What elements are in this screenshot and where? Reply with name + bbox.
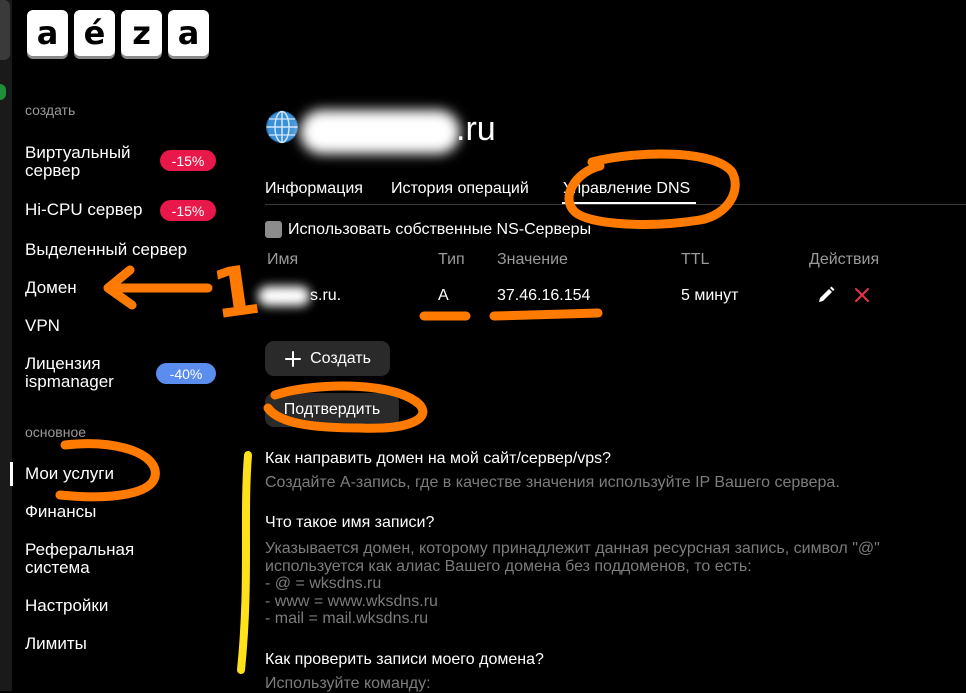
domain-name-redacted — [300, 110, 460, 154]
own-ns-checkbox[interactable] — [265, 221, 282, 238]
faq-question: Как направить домен на мой сайт/сервер/v… — [265, 450, 612, 467]
sidebar-item-limits[interactable]: Лимиты — [25, 635, 165, 653]
discount-badge: -40% — [156, 363, 216, 384]
aeza-logo[interactable]: a é z a — [27, 10, 209, 56]
domain-title-suffix: .ru — [456, 110, 496, 148]
sidebar-item-referral[interactable]: Реферальная система — [25, 541, 165, 577]
faq-answer: Используйте команду: — [265, 675, 431, 692]
record-name-redacted — [258, 286, 310, 306]
faq-answer: Указывается домен, которому принадлежит … — [265, 540, 880, 627]
tabs-divider — [265, 204, 966, 205]
column-header-type: Тип — [438, 251, 465, 268]
sidebar-item-dedicated-server[interactable]: Выделенный сервер — [25, 241, 225, 259]
faq-question: Что такое имя записи? — [265, 514, 435, 531]
sidebar-item-vpn[interactable]: VPN — [25, 317, 165, 335]
sidebar-item-virtual-server[interactable]: Виртуальный сервер — [25, 144, 165, 180]
confirm-button-label: Подтвердить — [283, 401, 381, 418]
create-button-label: Создать — [310, 349, 371, 367]
faq-question: Как проверить записи моего домена? — [265, 651, 544, 668]
sidebar-item-ispmanager-license[interactable]: Лицензия ispmanager — [25, 355, 165, 391]
window-edge — [0, 0, 12, 691]
logo-key: a — [27, 10, 68, 56]
logo-key: z — [121, 10, 162, 56]
active-indicator — [10, 462, 13, 486]
column-header-ttl: TTL — [681, 251, 710, 268]
tab-information[interactable]: Информация — [265, 180, 363, 198]
record-type: A — [438, 287, 449, 304]
column-header-value: Значение — [497, 251, 568, 268]
annotation-number: 1 — [207, 251, 265, 336]
yellow-line-annotation — [237, 451, 252, 674]
sidebar-item-finances[interactable]: Финансы — [25, 503, 165, 521]
sidebar-section-create: создать — [25, 102, 76, 118]
record-name: s.ru. — [310, 287, 342, 304]
tab-operations-history[interactable]: История операций — [391, 180, 529, 198]
logo-key: é — [74, 10, 115, 56]
underline-value-annotation — [489, 308, 603, 321]
record-value: 37.46.16.154 — [497, 287, 591, 304]
confirm-button[interactable]: Подтвердить — [265, 393, 399, 427]
edit-pencil-icon[interactable] — [816, 285, 836, 305]
discount-badge: -15% — [160, 150, 216, 171]
logo-key: a — [168, 10, 209, 56]
active-tab-underline — [562, 202, 696, 204]
column-header-actions: Действия — [809, 251, 880, 268]
sidebar-item-hi-cpu-server[interactable]: Hi-CPU сервер — [25, 201, 165, 219]
record-ttl: 5 минут — [681, 287, 739, 304]
sidebar-item-settings[interactable]: Настройки — [25, 597, 165, 615]
sidebar-item-domain[interactable]: Домен — [25, 279, 165, 297]
create-record-button[interactable]: Создать — [265, 341, 390, 376]
delete-x-icon[interactable] — [854, 287, 870, 303]
faq-answer: Создайте А-запись, где в качестве значен… — [265, 474, 840, 491]
tab-dns-management[interactable]: Управление DNS — [563, 180, 690, 198]
window-edge-tab — [0, 0, 10, 60]
sidebar-item-my-services[interactable]: Мои услуги — [25, 465, 165, 483]
discount-badge: -15% — [160, 200, 216, 221]
own-ns-checkbox-label[interactable]: Использовать собственные NS-Серверы — [288, 221, 591, 239]
sidebar-section-main: основное — [25, 424, 87, 440]
plus-icon — [285, 350, 302, 367]
globe-icon — [266, 110, 298, 144]
column-header-name: Имя — [267, 251, 299, 268]
